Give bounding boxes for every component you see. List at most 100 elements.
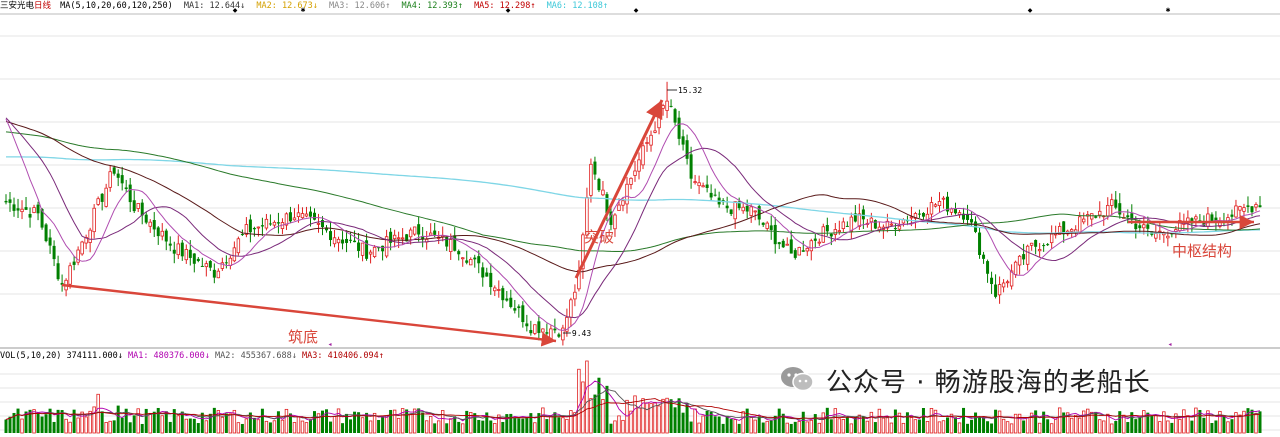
candle-body-down xyxy=(689,154,693,179)
candle-body-down xyxy=(457,251,461,255)
volume-bar-up xyxy=(577,368,581,434)
volume-bar-up xyxy=(753,419,757,434)
volume-bar-up xyxy=(1194,407,1198,434)
volume-bar-up xyxy=(889,422,894,434)
volume-bar-down xyxy=(445,423,449,433)
volume-bar-down xyxy=(481,420,485,433)
candle-body-down xyxy=(681,136,685,145)
candle-body-down xyxy=(525,323,529,327)
volume-bar-up xyxy=(1106,413,1110,434)
volume-bar-up xyxy=(428,416,433,434)
candle-body-up xyxy=(408,229,413,238)
volume-bar-up xyxy=(997,410,1002,434)
volume-bar-down xyxy=(100,411,104,433)
volume-bar-down xyxy=(557,417,561,433)
volume-bar-up xyxy=(296,416,301,434)
candle-body-down xyxy=(769,225,773,230)
volume-bar-up xyxy=(697,422,701,434)
volume-bar-up xyxy=(941,420,946,434)
volume-bar-down xyxy=(308,419,312,433)
volume-bar-down xyxy=(1126,422,1130,433)
event-marker: ✱ xyxy=(1165,7,1170,14)
volume-bar-down xyxy=(829,419,833,433)
volume-bar-up xyxy=(1098,419,1102,434)
candle-body-down xyxy=(152,220,156,230)
volume-bar-up xyxy=(881,417,886,434)
candle-body-down xyxy=(196,258,200,261)
volume-bar-down xyxy=(1114,421,1118,433)
candle-body-down xyxy=(144,214,148,223)
candle-body-down xyxy=(260,225,264,227)
candle-body-up xyxy=(204,263,209,268)
volume-bar-up xyxy=(304,422,309,434)
candle-body-down xyxy=(917,213,921,215)
volume-bar-down xyxy=(513,417,517,433)
ma10-line xyxy=(5,118,1261,331)
event-marker: ◆ xyxy=(506,7,511,14)
volume-bar-up xyxy=(1186,415,1190,434)
volume-bar-down xyxy=(689,421,693,433)
volume-bar-down xyxy=(677,398,681,433)
candle-body-down xyxy=(873,220,877,229)
volume-bar-up xyxy=(1009,423,1014,434)
candle-body-down xyxy=(188,249,192,258)
volume-bar-up xyxy=(292,422,297,434)
volume-bar-down xyxy=(132,415,136,433)
volume-bar-down xyxy=(252,417,256,433)
candle-body-down xyxy=(966,214,970,220)
candle-body-down xyxy=(517,306,521,309)
candle-body-down xyxy=(8,199,12,203)
volume-bar-down xyxy=(517,418,521,433)
candle-body-up xyxy=(92,207,96,233)
volume-bar-down xyxy=(1138,417,1142,433)
candle-body-up xyxy=(949,208,954,213)
volume-bar-up xyxy=(1086,408,1090,434)
candle-body-up xyxy=(316,222,321,225)
candle-body-down xyxy=(477,256,481,264)
volume-bar-down xyxy=(1190,420,1194,433)
candle-body-down xyxy=(164,230,168,242)
volume-bar-up xyxy=(913,419,918,434)
volume-bar-down xyxy=(793,421,797,433)
volume-bar-up xyxy=(549,415,553,434)
volume-bar-down xyxy=(156,407,160,433)
candle-body-down xyxy=(990,277,994,285)
volume-bar-up xyxy=(849,423,854,434)
candle-body-down xyxy=(28,214,32,218)
volume-bar-up xyxy=(104,422,108,434)
volume-bar-up xyxy=(1238,414,1242,434)
candle-body-down xyxy=(825,225,829,232)
volume-bar-up xyxy=(869,411,874,434)
candle-body-up xyxy=(1106,204,1110,217)
volume-bar-down xyxy=(16,408,20,433)
volume-bar-down xyxy=(962,407,966,433)
volume-bar-down xyxy=(36,412,40,433)
volume-bar-down xyxy=(4,419,8,433)
candle-body-down xyxy=(268,223,272,225)
volume-bar-up xyxy=(1254,412,1258,434)
volume-bar-down xyxy=(737,423,741,433)
candle-body-down xyxy=(553,328,557,331)
volume-bar-down xyxy=(769,420,773,433)
event-marker: ✱ xyxy=(300,7,305,14)
volume-bar-down xyxy=(982,417,986,433)
volume-bar-up xyxy=(424,420,429,434)
volume-bar-down xyxy=(40,416,44,433)
volume-bar-down xyxy=(873,422,877,433)
volume-bar-up xyxy=(565,418,569,434)
volume-bar-down xyxy=(421,412,425,433)
volume-bar-down xyxy=(240,423,244,433)
candle-body-down xyxy=(777,242,781,245)
volume-bar-down xyxy=(905,412,909,433)
ma250-line xyxy=(6,156,1261,234)
volume-bar-up xyxy=(925,421,930,434)
candle-body-down xyxy=(1118,203,1122,215)
candle-body-up xyxy=(136,203,140,209)
volume-bar-down xyxy=(329,421,333,433)
volume-bar-down xyxy=(1230,419,1234,433)
candle-body-down xyxy=(485,272,489,277)
candle-body-up xyxy=(88,229,92,243)
candle-body-up xyxy=(809,240,813,252)
volume-bar-down xyxy=(44,414,48,433)
volume-bar-down xyxy=(1022,420,1026,433)
